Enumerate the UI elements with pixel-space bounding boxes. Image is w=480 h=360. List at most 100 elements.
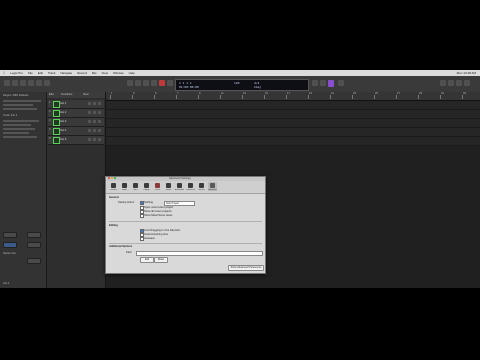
show-advanced-preferences-button[interactable]: Show Advanced Preferences	[228, 265, 264, 271]
track-lane[interactable]	[106, 101, 480, 110]
inspector-row	[3, 136, 37, 138]
record-enable-button[interactable]	[98, 120, 101, 123]
lcd-display[interactable]: 1 1 1 1 01:00:00:00 120 4/4 Cmaj	[175, 79, 309, 91]
menu-edit[interactable]: Edit	[38, 71, 43, 75]
loop-browser-button[interactable]	[456, 80, 462, 86]
track-inspector-label[interactable]: Track: Inst 1	[3, 114, 17, 117]
channel-strip-slot[interactable]	[3, 242, 17, 248]
browser-button[interactable]	[464, 80, 470, 86]
metronome-button[interactable]	[328, 80, 334, 87]
count-in-button[interactable]	[320, 80, 326, 86]
mute-button[interactable]	[88, 111, 91, 114]
mute-button[interactable]	[88, 102, 91, 105]
ruler-bar-number: 33	[463, 92, 466, 95]
tab-advanced[interactable]: Advanced	[208, 182, 217, 191]
channel-strip-slot[interactable]	[27, 242, 41, 248]
tab-general[interactable]: General	[109, 182, 118, 191]
ruler-bar-number: 25	[375, 92, 378, 95]
tuner-button[interactable]	[312, 80, 318, 86]
mute-button[interactable]	[88, 129, 91, 132]
track-name[interactable]: Inst 1	[60, 102, 66, 105]
list-editors-button[interactable]	[440, 80, 446, 86]
play-button[interactable]	[151, 80, 157, 86]
reset-button[interactable]: Reset	[154, 257, 168, 263]
solo-button[interactable]	[338, 80, 344, 86]
menu-file[interactable]: File	[28, 71, 33, 75]
tab-control-surfaces[interactable]: Control Surfaces	[186, 182, 195, 191]
track-header[interactable]: 1 Inst 1	[48, 100, 104, 109]
record-enable-button[interactable]	[98, 129, 101, 132]
track-header[interactable]: 3 Inst 3	[48, 118, 104, 127]
edit-menu[interactable]: Edit	[49, 93, 53, 96]
stop-button[interactable]	[143, 80, 149, 86]
notepad-button[interactable]	[448, 80, 454, 86]
record-enable-button[interactable]	[98, 111, 101, 114]
tab-display[interactable]: Display	[142, 182, 151, 191]
menu-view[interactable]: View	[102, 71, 108, 75]
view-menu[interactable]: View	[83, 93, 89, 96]
forward-button[interactable]	[135, 80, 141, 86]
track-name[interactable]: Inst 5	[60, 138, 66, 141]
track-header[interactable]: 5 Inst 5	[48, 136, 104, 145]
channel-strip-slot[interactable]	[27, 232, 41, 238]
path-field[interactable]	[136, 251, 263, 256]
menu-record[interactable]: Record	[77, 71, 87, 75]
zoom-icon[interactable]	[114, 177, 116, 179]
smart-controls-button[interactable]	[28, 80, 34, 86]
record-enable-button[interactable]	[98, 102, 101, 105]
cycle-button[interactable]	[167, 80, 173, 86]
tab-midi[interactable]: MIDI	[131, 182, 140, 191]
inspector-row	[3, 108, 37, 110]
functions-menu[interactable]: Functions	[61, 93, 72, 96]
region-inspector-label[interactable]: Region: MIDI Defaults	[3, 94, 28, 97]
track-lane[interactable]	[106, 110, 480, 119]
solo-button[interactable]	[93, 129, 96, 132]
solo-button[interactable]	[93, 111, 96, 114]
track-name[interactable]: Inst 3	[60, 120, 66, 123]
solo-button[interactable]	[93, 138, 96, 141]
inspector-button[interactable]	[12, 80, 18, 86]
track-name[interactable]: Inst 2	[60, 111, 66, 114]
track-header[interactable]: 2 Inst 2	[48, 109, 104, 118]
track-lane[interactable]	[106, 119, 480, 128]
bar-ruler[interactable]: 1 3 5 7 9 11 13 15 17 19 21 23 25 27 29 31 33	[106, 92, 480, 101]
editors-button[interactable]	[44, 80, 50, 86]
tab-my-info[interactable]: My Info	[197, 182, 206, 191]
divider	[109, 221, 262, 222]
rewind-button[interactable]	[127, 80, 133, 86]
minimize-icon[interactable]	[111, 177, 113, 179]
menu-mix[interactable]: Mix	[92, 71, 97, 75]
tab-score[interactable]: Score	[153, 182, 162, 191]
divider	[109, 243, 262, 244]
apple-menu-icon[interactable]: 	[3, 71, 5, 75]
menu-track[interactable]: Track	[48, 71, 55, 75]
library-button[interactable]	[4, 80, 10, 86]
tab-automation[interactable]: Automation	[175, 182, 184, 191]
solo-button[interactable]	[93, 102, 96, 105]
track-lane[interactable]	[106, 128, 480, 137]
track-name[interactable]: Inst 4	[60, 129, 66, 132]
track-header[interactable]: 4 Inst 4	[48, 127, 104, 136]
edit-button[interactable]: Edit	[140, 257, 154, 263]
track-lane[interactable]	[106, 137, 480, 146]
mute-button[interactable]	[88, 138, 91, 141]
mute-button[interactable]	[88, 120, 91, 123]
channel-strip-slot[interactable]	[3, 232, 17, 238]
instrument-icon	[53, 128, 60, 135]
instrument-icon	[53, 119, 60, 126]
tab-audio[interactable]: Audio	[120, 182, 129, 191]
record-enable-button[interactable]	[98, 138, 101, 141]
toolbar-button[interactable]	[20, 80, 26, 86]
checkbox-label: Autosave	[144, 237, 155, 240]
record-button[interactable]	[159, 80, 165, 86]
menu-logic-pro[interactable]: Logic Pro	[10, 71, 23, 75]
mixer-button[interactable]	[36, 80, 42, 86]
bounce-button[interactable]	[27, 258, 41, 264]
menu-window[interactable]: Window	[113, 71, 124, 75]
menu-help[interactable]: Help	[129, 71, 135, 75]
ruler-tick	[418, 95, 419, 99]
close-icon[interactable]	[108, 177, 110, 179]
solo-button[interactable]	[93, 120, 96, 123]
tab-movie[interactable]: Movie	[164, 182, 173, 191]
menu-navigate[interactable]: Navigate	[60, 71, 72, 75]
